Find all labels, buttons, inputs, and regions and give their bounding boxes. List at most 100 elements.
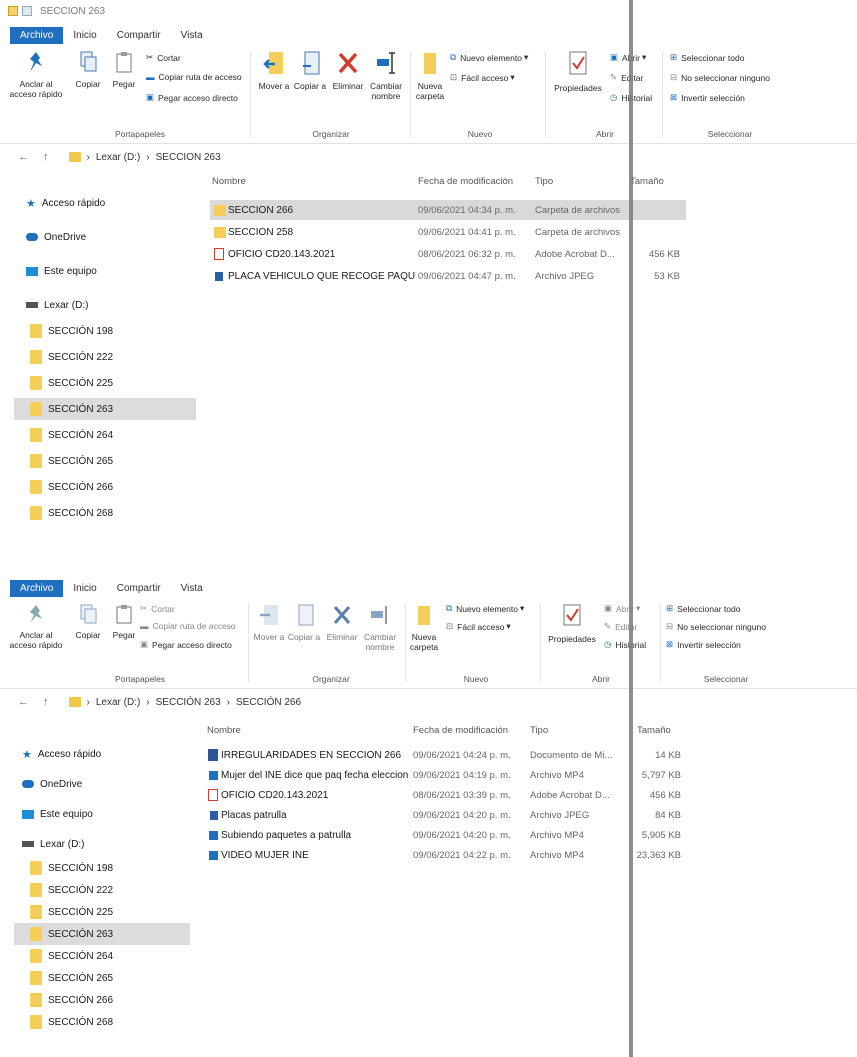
move-to-button[interactable]: Mover a (252, 603, 286, 642)
nav-folder[interactable]: SECCIÓN 198 (30, 320, 113, 342)
paste-shortcut-button[interactable]: ▣ Pegar acceso directo (140, 639, 232, 650)
column-header-size[interactable]: Tamaño (637, 725, 671, 736)
file-row[interactable]: Subiendo paquetes a patrulla 09/06/2021 … (205, 825, 691, 845)
column-header-type[interactable]: Tipo (530, 725, 548, 736)
delete-button[interactable]: Eliminar (330, 50, 366, 91)
tab-vista[interactable]: Vista (171, 27, 213, 44)
back-arrow-icon[interactable]: ← (18, 696, 29, 708)
file-row[interactable]: VIDEO MUJER INE 09/06/2021 04:22 p. m. A… (205, 845, 691, 865)
nav-quick-access[interactable]: ★ Acceso rápido (26, 192, 105, 214)
new-item-button[interactable]: ⧉ Nuevo elemento ▾ (450, 52, 528, 63)
new-folder-button[interactable]: Nueva carpeta (406, 603, 442, 652)
file-row[interactable]: OFICIO CD20.143.2021 08/06/2021 03:39 p.… (205, 785, 691, 805)
paste-button[interactable]: Pegar (106, 50, 142, 89)
copy-path-button[interactable]: ▬ Copiar ruta de acceso (140, 621, 236, 631)
breadcrumb-folder[interactable]: SECCIÓN 263 (156, 697, 221, 708)
new-folder-button[interactable]: Nueva carpeta (412, 50, 448, 101)
address-bar[interactable]: ← ↑ › Lexar (D:) › SECCIÓN 263 › SECCIÓN… (0, 689, 857, 715)
pin-button[interactable]: Anclar al acceso rápido (8, 50, 64, 99)
delete-button[interactable]: Eliminar (324, 603, 360, 642)
paste-button[interactable]: Pegar (106, 603, 142, 640)
nav-folder[interactable]: SECCIÓN 266 (30, 989, 113, 1011)
rename-button[interactable]: Cambiar nombre (360, 603, 400, 652)
breadcrumb-folder[interactable]: SECCION 263 (156, 152, 221, 163)
nav-folder[interactable]: SECCIÓN 225 (30, 901, 113, 923)
back-arrow-icon[interactable]: ← (18, 151, 29, 163)
copy-to-button[interactable]: Copiar a (292, 50, 328, 91)
tab-vista[interactable]: Vista (171, 580, 213, 597)
column-header-date[interactable]: Fecha de modificación (413, 725, 508, 736)
select-none-button[interactable]: ⊟ No seleccionar ninguno (666, 621, 766, 632)
paste-shortcut-button[interactable]: ▣ Pegar acceso directo (146, 92, 238, 103)
breadcrumb-subfolder[interactable]: SECCIÓN 266 (236, 697, 301, 708)
nav-folder[interactable]: SECCIÓN 268 (30, 1011, 113, 1033)
select-all-button[interactable]: ⊞ Seleccionar todo (666, 603, 740, 614)
tab-inicio[interactable]: Inicio (63, 27, 106, 44)
nav-onedrive[interactable]: OneDrive (26, 226, 86, 248)
invert-selection-button[interactable]: ⊠ Invertir selección (666, 639, 741, 650)
properties-button[interactable]: Propiedades (544, 603, 600, 644)
up-arrow-icon[interactable]: ↑ (43, 151, 49, 163)
column-header-name[interactable]: Nombre (212, 176, 246, 187)
select-all-button[interactable]: ⊞ Seleccionar todo (670, 52, 744, 63)
breadcrumb-drive[interactable]: Lexar (D:) (96, 697, 140, 708)
file-row[interactable]: IRREGULARIDADES EN SECCIÓN 266 09/06/202… (205, 745, 691, 765)
tab-inicio[interactable]: Inicio (63, 580, 106, 597)
nav-this-pc[interactable]: Este equipo (22, 803, 93, 825)
nav-folder[interactable]: SECCIÓN 225 (30, 372, 113, 394)
copy-to-button[interactable]: Copiar a (286, 603, 322, 642)
nav-drive[interactable]: Lexar (D:) (26, 294, 88, 316)
file-row[interactable]: OFICIO CD20.143.2021 08/06/2021 06:32 p.… (210, 244, 686, 264)
column-header-size[interactable]: Tamaño (630, 176, 664, 187)
file-row[interactable]: SECCIÓN 258 09/06/2021 04:41 p. m. Carpe… (210, 222, 686, 242)
file-row[interactable]: SECCIÓN 266 09/06/2021 04:34 p. m. Carpe… (210, 200, 686, 220)
easy-access-button[interactable]: ⊡ Fácil acceso ▾ (450, 72, 515, 83)
file-row[interactable]: Mujer del INE dice que paq fecha eleccio… (205, 765, 691, 785)
nav-folder[interactable]: SECCIÓN 264 (30, 424, 113, 446)
up-arrow-icon[interactable]: ↑ (43, 696, 49, 708)
properties-button[interactable]: Propiedades (550, 50, 606, 93)
move-to-button[interactable]: Mover a (256, 50, 292, 91)
easy-access-button[interactable]: ⊡ Fácil acceso ▾ (446, 621, 511, 632)
nav-folder[interactable]: SECCIÓN 222 (30, 879, 113, 901)
select-none-button[interactable]: ⊟ No seleccionar ninguno (670, 72, 770, 83)
file-row[interactable]: Placas patrulla 09/06/2021 04:20 p. m. A… (205, 805, 691, 825)
nav-drive[interactable]: Lexar (D:) (22, 833, 84, 855)
nav-folder[interactable]: SECCIÓN 264 (30, 945, 113, 967)
quick-access-toolbar-icon[interactable] (22, 6, 32, 16)
pin-button[interactable]: Anclar al acceso rápido (8, 603, 64, 650)
nav-folder[interactable]: SECCIÓN 265 (30, 967, 113, 989)
nav-onedrive[interactable]: OneDrive (22, 773, 82, 795)
nav-folder-selected[interactable]: SECCIÓN 263 (14, 398, 196, 420)
copy-button[interactable]: Copiar (70, 603, 106, 640)
tab-archivo[interactable]: Archivo (10, 580, 64, 597)
nav-quick-access[interactable]: ★ Acceso rápido (22, 743, 101, 765)
column-header-date[interactable]: Fecha de modificación (418, 176, 513, 187)
copy-path-button[interactable]: ▬ Copiar ruta de acceso (146, 72, 242, 82)
tab-compartir[interactable]: Compartir (107, 27, 171, 44)
nav-folder[interactable]: SECCIÓN 268 (30, 502, 113, 524)
column-header-type[interactable]: Tipo (535, 176, 553, 187)
nav-folder[interactable]: SECCIÓN 198 (30, 857, 113, 879)
tab-archivo[interactable]: Archivo (10, 27, 64, 44)
nav-folder[interactable]: SECCIÓN 265 (30, 450, 113, 472)
tab-compartir[interactable]: Compartir (107, 580, 171, 597)
copy-button[interactable]: Copiar (70, 50, 106, 89)
nav-this-pc[interactable]: Este equipo (26, 260, 97, 282)
cut-button[interactable]: ✂ Cortar (140, 603, 175, 614)
nav-folder[interactable]: SECCIÓN 266 (30, 476, 113, 498)
breadcrumb-drive[interactable]: Lexar (D:) (96, 152, 140, 163)
nav-folder-selected[interactable]: SECCIÓN 263 (14, 923, 190, 945)
rename-button[interactable]: Cambiar nombre (366, 50, 406, 101)
new-item-button[interactable]: ⧉ Nuevo elemento ▾ (446, 603, 524, 614)
history-button[interactable]: ◷Historial (604, 639, 646, 650)
cut-button[interactable]: ✂ Cortar (146, 52, 181, 63)
address-bar[interactable]: ← ↑ › Lexar (D:) › SECCION 263 (0, 144, 857, 170)
open-button[interactable]: ▣Abrir▾ (604, 603, 640, 614)
invert-selection-button[interactable]: ⊠ Invertir selección (670, 92, 745, 103)
nav-folder[interactable]: SECCIÓN 222 (30, 346, 113, 368)
file-row[interactable]: PLACA VEHICULO QUE RECOGE PAQUET... 09/0… (210, 266, 686, 286)
edit-button[interactable]: ✎Editar (610, 72, 643, 83)
column-header-name[interactable]: Nombre (207, 725, 241, 736)
breadcrumb-separator: › (86, 151, 90, 163)
